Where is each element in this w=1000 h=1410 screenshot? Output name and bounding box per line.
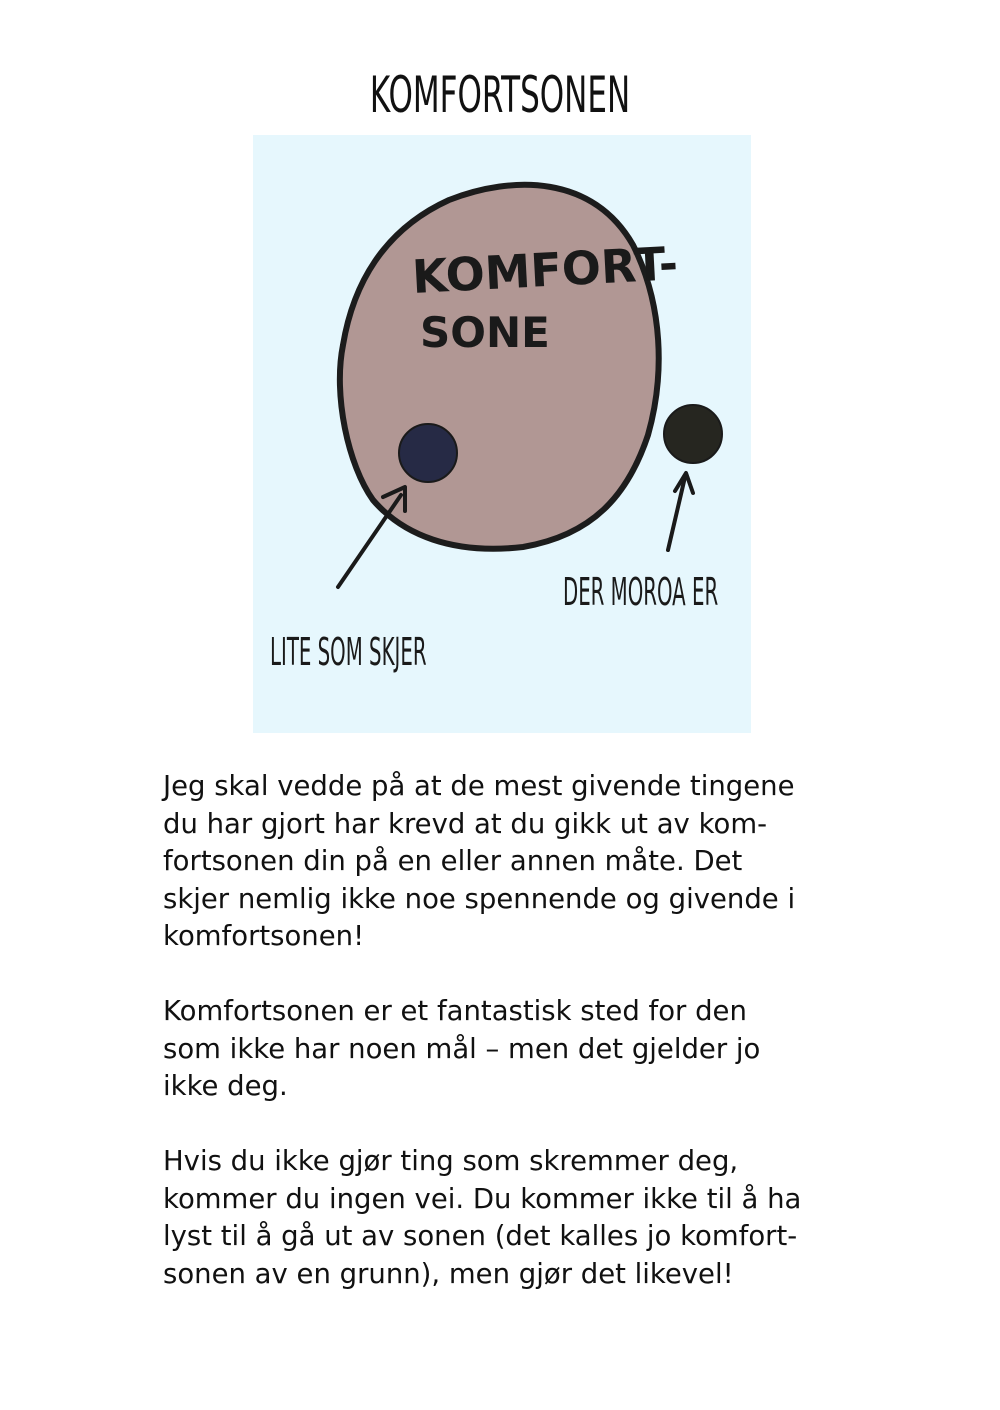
paragraph-line: du har gjort har krevd at du gikk ut av … (163, 807, 768, 840)
paragraph-line: Jeg skal vedde på at de mest givende tin… (163, 770, 795, 802)
paragraph-3: Hvis du ikke gjør ting som skremmer deg,… (163, 1143, 853, 1293)
outer-dot (663, 404, 723, 464)
paragraph-line: sonen av en grunn), men gjør det likevel… (163, 1257, 734, 1290)
comfort-zone-illustration: KOMFORT- SONE DER MOROA ER LITE SOM SKJE… (253, 135, 751, 733)
paragraph-line: lyst til å gå ut av sonen (det kalles jo… (163, 1220, 798, 1252)
comfort-zone-diagram: KOMFORT- SONE DER MOROA ER LITE SOM SKJE… (253, 135, 751, 733)
paragraph-line: skjer nemlig ikke noe spennende og given… (163, 882, 796, 915)
zone-label-line2: SONE (420, 308, 550, 357)
paragraph-line: komfortsonen! (163, 920, 365, 952)
paragraph-line: Komfortsonen er et fantastisk sted for d… (163, 995, 747, 1027)
paragraph-line: Hvis du ikke gjør ting som skremmer deg, (163, 1145, 739, 1177)
paragraph-2: Komfortsonen er et fantastisk sted for d… (163, 993, 853, 1106)
paragraph-line: fortsonen din på en eller annen måte. De… (163, 845, 743, 877)
label-outside: DER MOROA ER (563, 571, 718, 615)
label-inside: LITE SOM SKJER (270, 631, 427, 675)
body-text: Jeg skal vedde på at de mest givende tin… (163, 768, 853, 1331)
paragraph-line: som ikke har noen mål – men det gjelder … (163, 1032, 761, 1065)
paragraph-line: kommer du ingen vei. Du kommer ikke til … (163, 1182, 802, 1215)
paragraph-1: Jeg skal vedde på at de mest givende tin… (163, 768, 853, 956)
paragraph-line: ikke deg. (163, 1070, 288, 1102)
page-title: KOMFORTSONEN (369, 66, 631, 124)
inner-dot (398, 423, 458, 483)
